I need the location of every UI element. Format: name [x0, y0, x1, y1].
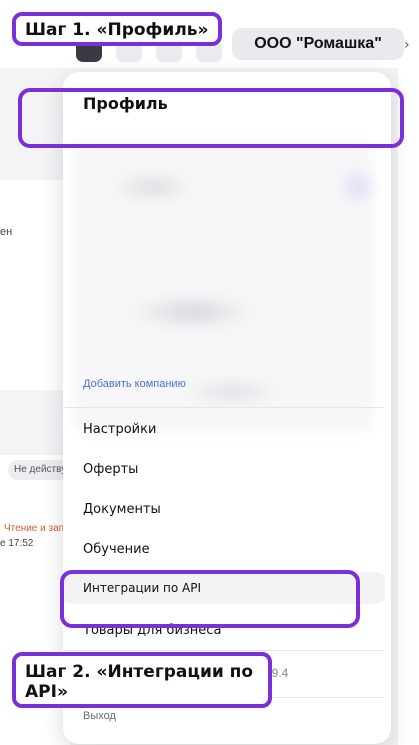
chevron-down-icon[interactable]: ›	[404, 36, 416, 54]
add-company-link[interactable]: Добавить компанию	[83, 378, 186, 390]
divider	[63, 650, 383, 651]
step2-text: Шаг 2. «Интеграции по API»	[25, 662, 254, 702]
menu-item-offers[interactable]: Оферты	[83, 462, 138, 477]
divider	[63, 407, 383, 408]
menu-item-documents[interactable]: Документы	[83, 502, 161, 517]
logout-button[interactable]: Выход	[83, 710, 116, 722]
menu-item-training[interactable]: Обучение	[83, 542, 150, 557]
access-status-text: Чтение и запи	[4, 523, 70, 534]
step1-text: Шаг 1. «Профиль»	[25, 20, 209, 40]
company-switcher[interactable]: ООО "Ромашка"	[232, 28, 404, 60]
profile-dropdown: Профиль Добавить компанию Настройки Офер…	[63, 72, 391, 744]
background-panel-right	[398, 68, 419, 745]
menu-item-settings[interactable]: Настройки	[83, 422, 156, 437]
profile-highlight-frame	[18, 88, 404, 148]
step1-label: Шаг 1. «Профиль»	[12, 12, 222, 46]
background-text: ен	[0, 226, 13, 238]
company-name: ООО "Ромашка"	[254, 35, 382, 52]
timestamp-text: е 17:52	[0, 538, 34, 549]
step2-label: Шаг 2. «Интеграции по API»	[12, 652, 272, 708]
background-panel-left-1	[0, 180, 70, 390]
api-highlight-frame	[60, 570, 360, 628]
